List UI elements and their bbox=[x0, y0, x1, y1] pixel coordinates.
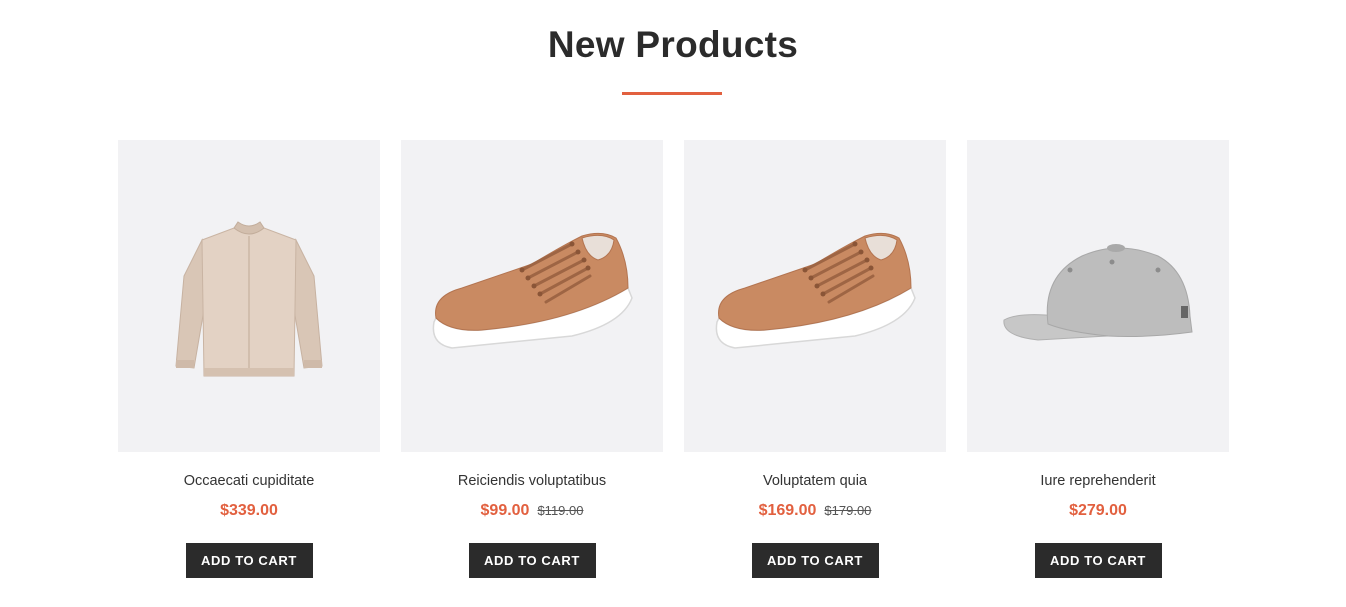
product-name[interactable]: Occaecati cupiditate bbox=[184, 471, 315, 491]
add-to-cart-button[interactable]: ADD TO CART bbox=[468, 543, 596, 578]
new-products-section: New Products Occaecati cupiditate $339.0… bbox=[0, 0, 1346, 607]
section-title: New Products bbox=[547, 24, 799, 65]
product-prices: $339.00 bbox=[220, 500, 278, 522]
product-card: Occaecati cupiditate $339.00 ADD TO CART bbox=[118, 140, 380, 578]
product-grid: Occaecati cupiditate $339.00 ADD TO CART bbox=[118, 140, 1229, 578]
jacket-image bbox=[175, 221, 323, 377]
product-card: Reiciendis voluptatibus $99.00 $119.00 A… bbox=[401, 140, 663, 578]
product-prices: $279.00 bbox=[1069, 500, 1127, 522]
product-image-link[interactable] bbox=[401, 140, 663, 452]
product-price: $169.00 bbox=[758, 502, 817, 519]
title-underline bbox=[622, 92, 722, 95]
product-old-price: $119.00 bbox=[537, 503, 584, 518]
sneaker-image bbox=[715, 232, 916, 349]
product-name[interactable]: Voluptatem quia bbox=[763, 471, 867, 491]
add-to-cart-button[interactable]: ADD TO CART bbox=[751, 543, 879, 578]
product-image-link[interactable] bbox=[967, 140, 1229, 452]
product-old-price: $179.00 bbox=[824, 503, 872, 518]
product-name[interactable]: Iure reprehenderit bbox=[1040, 471, 1155, 491]
cap-image bbox=[1003, 244, 1193, 341]
product-prices: $99.00 $119.00 bbox=[481, 500, 584, 522]
product-price: $279.00 bbox=[1069, 502, 1127, 519]
product-card: Iure reprehenderit $279.00 ADD TO CART bbox=[967, 140, 1229, 578]
add-to-cart-button[interactable]: ADD TO CART bbox=[1034, 543, 1162, 578]
product-price: $339.00 bbox=[220, 502, 278, 519]
product-image-link[interactable] bbox=[118, 140, 380, 452]
add-to-cart-button[interactable]: ADD TO CART bbox=[185, 543, 313, 578]
product-image-link[interactable] bbox=[684, 140, 946, 452]
product-name[interactable]: Reiciendis voluptatibus bbox=[458, 471, 606, 491]
sneaker-image bbox=[432, 232, 633, 349]
product-card: Voluptatem quia $169.00 $179.00 ADD TO C… bbox=[684, 140, 946, 578]
product-prices: $169.00 $179.00 bbox=[759, 500, 872, 522]
product-price: $99.00 bbox=[480, 502, 530, 519]
